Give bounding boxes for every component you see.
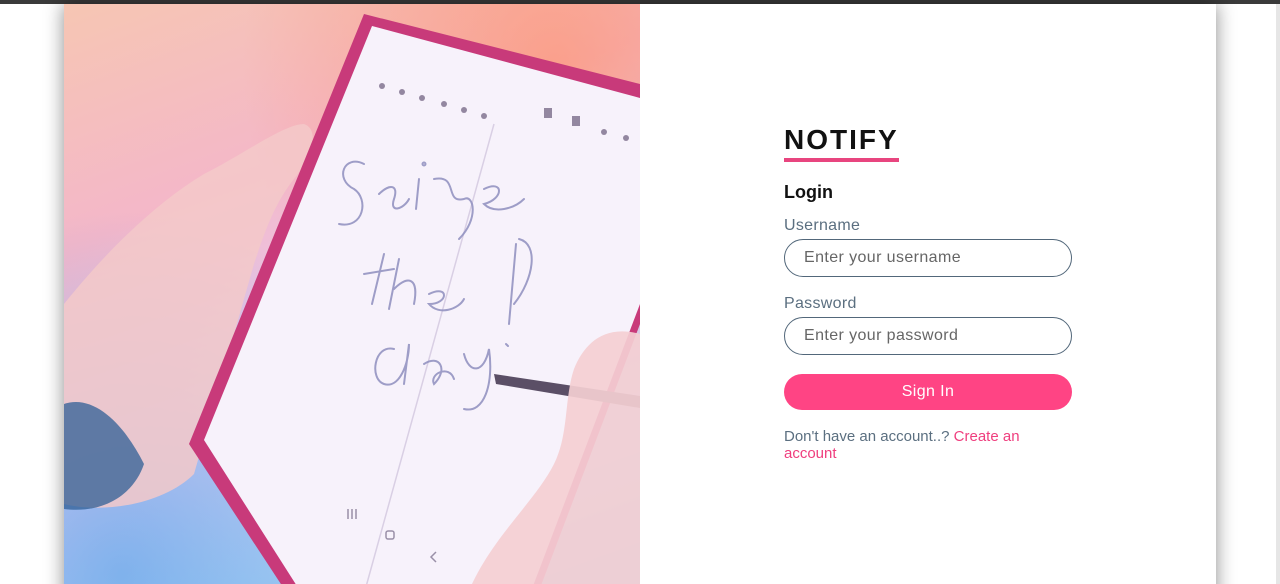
sign-in-button[interactable]: Sign In <box>784 374 1072 410</box>
login-card: NOTIFY Login Username Password Sign In D… <box>64 4 1216 584</box>
login-panel: NOTIFY Login Username Password Sign In D… <box>640 4 1216 584</box>
password-label: Password <box>784 295 857 312</box>
tablet-illustration <box>64 14 640 584</box>
username-label: Username <box>784 217 861 234</box>
login-heading: Login <box>784 182 833 202</box>
username-input[interactable] <box>784 239 1072 277</box>
login-form: NOTIFY Login Username Password Sign In D… <box>784 124 1072 462</box>
password-input[interactable] <box>784 317 1072 355</box>
hero-image <box>64 4 640 584</box>
page-scrollbar[interactable] <box>1276 4 1280 584</box>
signup-prompt: Don't have an account..? Create an accou… <box>784 428 1072 462</box>
brand-logo: NOTIFY <box>784 124 899 162</box>
signup-prompt-text: Don't have an account..? <box>784 428 950 445</box>
